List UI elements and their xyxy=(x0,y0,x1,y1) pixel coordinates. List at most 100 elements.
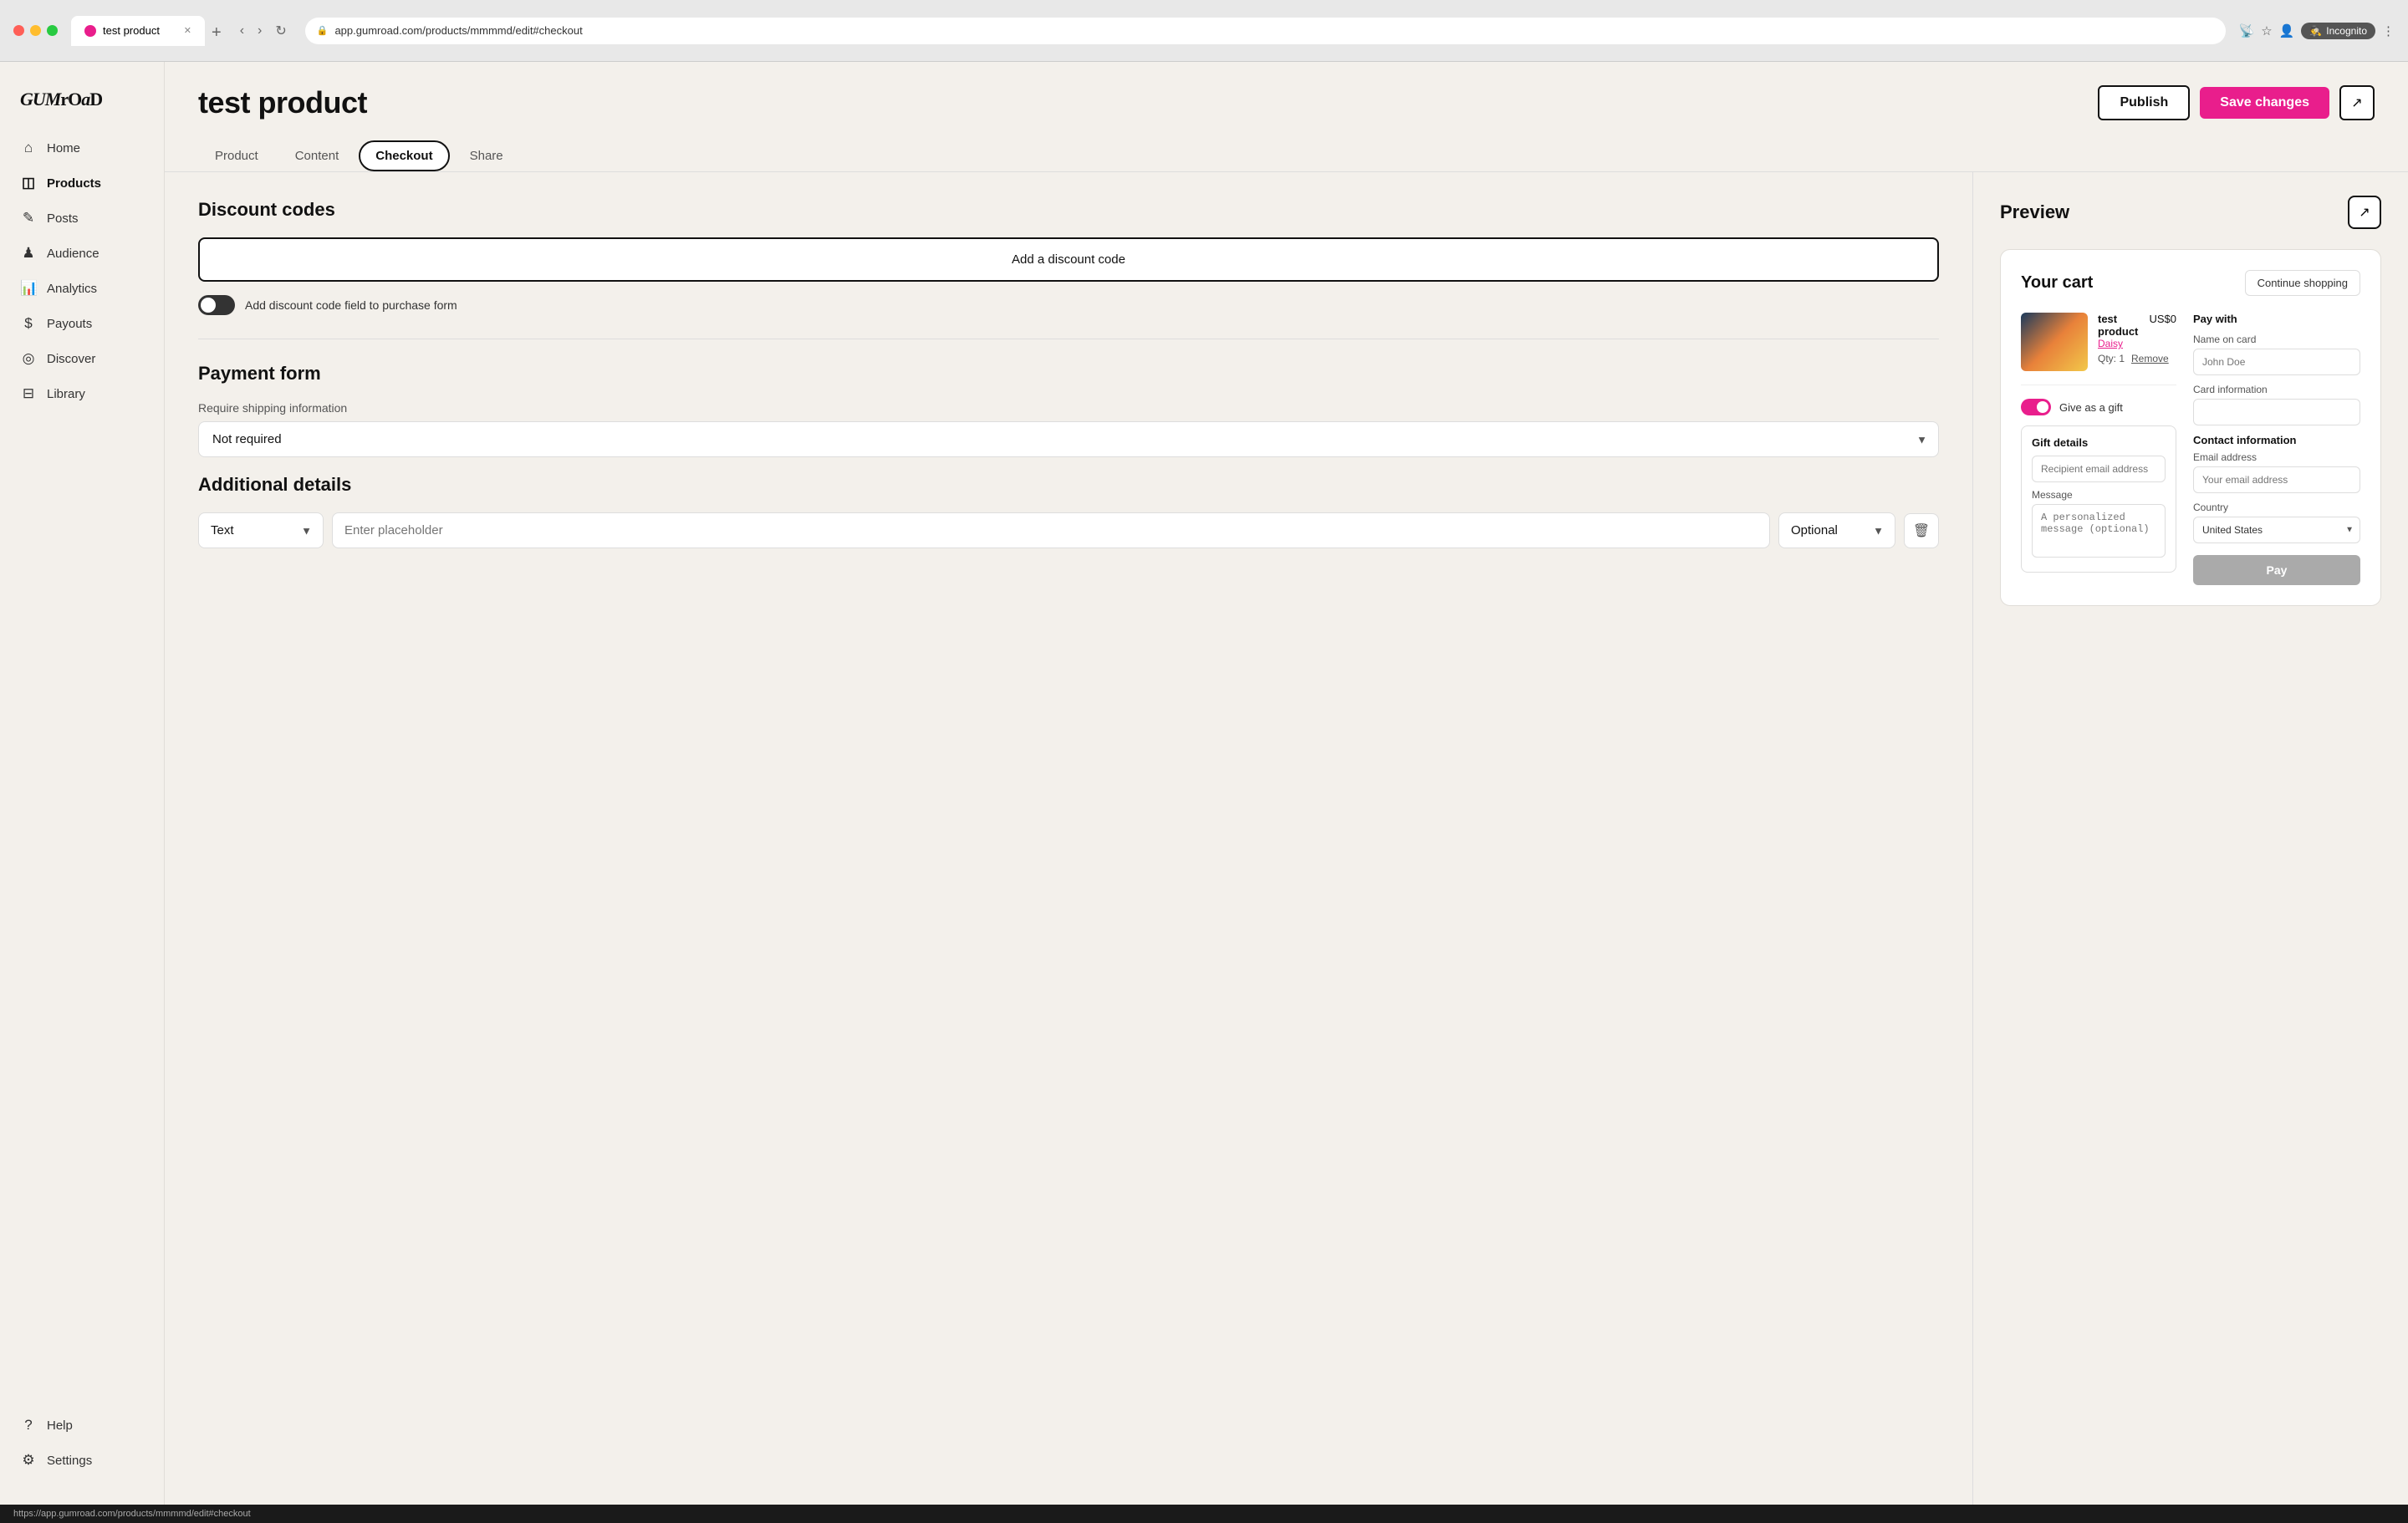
bookmark-icon[interactable]: ☆ xyxy=(2261,23,2272,38)
country-select[interactable]: United States xyxy=(2193,517,2360,543)
sidebar-item-settings[interactable]: ⚙ Settings xyxy=(0,1443,164,1478)
cart-preview: Your cart Continue shopping test product xyxy=(2000,249,2381,606)
name-on-card-label: Name on card xyxy=(2193,334,2360,345)
forward-button[interactable]: › xyxy=(253,19,267,43)
sidebar-item-discover[interactable]: ◎ Discover xyxy=(0,341,164,376)
left-panel: Discount codes Add a discount code Add d… xyxy=(165,172,1973,1505)
logo[interactable]: GUMrOaD xyxy=(0,82,164,130)
email-input[interactable] xyxy=(2193,466,2360,493)
trash-icon: 🗑 xyxy=(1913,522,1930,539)
publish-button[interactable]: Publish xyxy=(2098,85,2190,120)
discount-toggle[interactable] xyxy=(198,295,235,315)
browser-icons: 📡 ☆ 👤 🕵 Incognito ⋮ xyxy=(2239,23,2395,39)
card-info-input[interactable] xyxy=(2193,399,2360,425)
pay-button[interactable]: Pay xyxy=(2193,555,2360,585)
settings-icon: ⚙ xyxy=(20,1452,37,1469)
back-button[interactable]: ‹ xyxy=(235,19,249,43)
type-select[interactable]: Text Dropdown Checkbox xyxy=(198,512,324,548)
close-window-btn[interactable] xyxy=(13,25,24,36)
message-label: Message xyxy=(2032,489,2166,501)
shipping-label: Require shipping information xyxy=(198,401,1939,415)
preview-open-icon: ↗ xyxy=(2359,204,2370,221)
country-label: Country xyxy=(2193,502,2360,513)
analytics-icon: 📊 xyxy=(20,280,37,297)
page-tabs: Product Content Checkout Share xyxy=(198,140,2375,171)
product-qty: Qty: 1 xyxy=(2098,353,2125,364)
type-select-wrapper: Text Dropdown Checkbox ▼ xyxy=(198,512,324,548)
sidebar-item-home[interactable]: ⌂ Home xyxy=(0,130,164,166)
sidebar-item-payouts[interactable]: $ Payouts xyxy=(0,306,164,341)
recipient-email-input[interactable] xyxy=(2032,456,2166,482)
app-layout: GUMrOaD ⌂ Home ◫ Products ✎ Posts ♟ Audi… xyxy=(0,62,2408,1505)
maximize-window-btn[interactable] xyxy=(47,25,58,36)
sidebar-label-library: Library xyxy=(47,387,85,401)
product-item: test product US$0 Daisy Qty: 1 Remove xyxy=(2021,313,2176,385)
link-icon: ↗ xyxy=(2351,94,2362,111)
gift-toggle-label: Give as a gift xyxy=(2059,401,2123,414)
sidebar-item-audience[interactable]: ♟ Audience xyxy=(0,236,164,271)
optional-select[interactable]: Optional Required xyxy=(1778,512,1895,548)
sidebar-item-library[interactable]: ⊟ Library xyxy=(0,376,164,411)
additional-title: Additional details xyxy=(198,474,1939,496)
sidebar-label-discover: Discover xyxy=(47,352,95,366)
incognito-label: Incognito xyxy=(2326,25,2367,37)
right-panel: Preview ↗ Your cart Continue shopping xyxy=(1973,172,2408,1505)
continue-shopping-button[interactable]: Continue shopping xyxy=(2245,270,2360,296)
tab-content[interactable]: Content xyxy=(278,140,356,171)
payment-section-title: Payment form xyxy=(198,363,1939,385)
cart-left: test product US$0 Daisy Qty: 1 Remove xyxy=(2021,313,2176,585)
incognito-badge: 🕵 Incognito xyxy=(2301,23,2375,39)
minimize-window-btn[interactable] xyxy=(30,25,41,36)
status-url: https://app.gumroad.com/products/mmmmd/e… xyxy=(13,1509,251,1519)
sidebar-item-analytics[interactable]: 📊 Analytics xyxy=(0,271,164,306)
email-label: Email address xyxy=(2193,451,2360,463)
tab-share[interactable]: Share xyxy=(453,140,520,171)
product-thumbnail xyxy=(2021,313,2088,371)
preview-open-button[interactable]: ↗ xyxy=(2348,196,2381,229)
tab-title: test product xyxy=(103,24,160,37)
sidebar-label-payouts: Payouts xyxy=(47,317,92,331)
tab-share-label: Share xyxy=(470,149,503,163)
remove-button[interactable]: Remove xyxy=(2131,353,2169,364)
external-link-button[interactable]: ↗ xyxy=(2339,85,2375,120)
message-textarea[interactable] xyxy=(2032,504,2166,558)
cart-right: Pay with Name on card Card information P… xyxy=(2193,313,2360,585)
lock-icon: 🔒 xyxy=(317,25,329,36)
tab-product[interactable]: Product xyxy=(198,140,275,171)
save-changes-button[interactable]: Save changes xyxy=(2200,87,2329,119)
menu-icon[interactable]: ⋮ xyxy=(2382,23,2395,38)
sidebar-label-products: Products xyxy=(47,176,101,191)
active-browser-tab[interactable]: test product ✕ xyxy=(71,16,205,46)
optional-select-wrapper: Optional Required ▼ xyxy=(1778,512,1895,548)
refresh-button[interactable]: ↻ xyxy=(270,19,291,43)
gift-toggle[interactable] xyxy=(2021,399,2051,415)
posts-icon: ✎ xyxy=(20,210,37,227)
tab-checkout[interactable]: Checkout xyxy=(359,140,449,171)
help-icon: ? xyxy=(20,1417,37,1434)
delete-field-button[interactable]: 🗑 xyxy=(1904,513,1939,548)
sidebar: GUMrOaD ⌂ Home ◫ Products ✎ Posts ♟ Audi… xyxy=(0,62,165,1505)
content-body: Discount codes Add a discount code Add d… xyxy=(165,172,2408,1505)
shipping-select[interactable]: Not required Required Optional xyxy=(198,421,1939,457)
cast-icon[interactable]: 📡 xyxy=(2239,23,2255,38)
tab-close-icon[interactable]: ✕ xyxy=(184,25,191,36)
address-bar[interactable]: 🔒 app.gumroad.com/products/mmmmd/edit#ch… xyxy=(305,18,2226,44)
sidebar-item-products[interactable]: ◫ Products xyxy=(0,166,164,201)
name-on-card-input[interactable] xyxy=(2193,349,2360,375)
page-title: test product xyxy=(198,85,367,120)
library-icon: ⊟ xyxy=(20,385,37,402)
profile-icon[interactable]: 👤 xyxy=(2279,23,2295,38)
sidebar-item-help[interactable]: ? Help xyxy=(0,1408,164,1443)
products-icon: ◫ xyxy=(20,175,37,191)
placeholder-input[interactable] xyxy=(332,512,1770,548)
product-price: US$0 xyxy=(2149,313,2176,338)
sidebar-item-posts[interactable]: ✎ Posts xyxy=(0,201,164,236)
header-top: test product Publish Save changes ↗ xyxy=(198,85,2375,120)
pay-with-title: Pay with xyxy=(2193,313,2360,325)
new-tab-button[interactable]: + xyxy=(205,20,228,46)
contact-information-title: Contact information xyxy=(2193,434,2360,446)
card-info-label: Card information xyxy=(2193,384,2360,395)
sidebar-nav: ⌂ Home ◫ Products ✎ Posts ♟ Audience 📊 A… xyxy=(0,130,164,1408)
product-link[interactable]: Daisy xyxy=(2098,338,2176,349)
add-discount-code-button[interactable]: Add a discount code xyxy=(198,237,1939,282)
